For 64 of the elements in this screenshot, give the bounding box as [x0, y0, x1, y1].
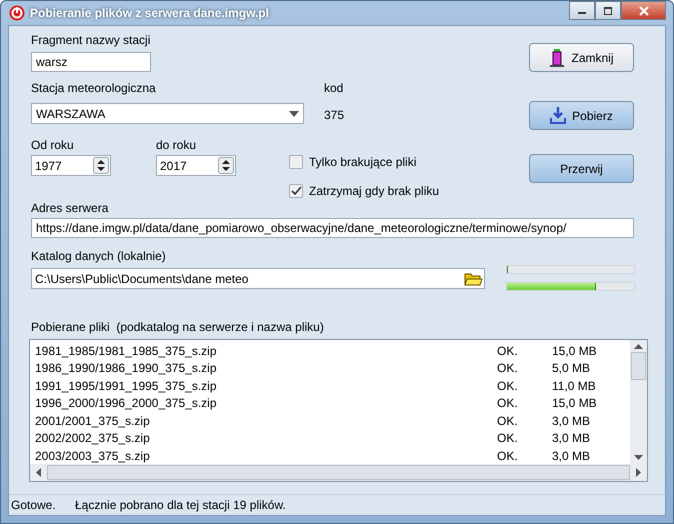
file-status: OK.	[497, 396, 519, 410]
code-value: 375	[324, 108, 344, 122]
minimize-button[interactable]	[569, 1, 595, 20]
file-status: OK.	[497, 414, 519, 428]
scroll-up-arrow-icon	[634, 344, 643, 349]
file-status: OK.	[497, 344, 519, 358]
field-label: Od roku	[31, 137, 75, 153]
status-text: Gotowe.	[11, 498, 57, 512]
file-name: 1986_1990/1986_1990_375_s.zip	[35, 361, 218, 376]
year-spinner[interactable]: 1977	[31, 155, 111, 176]
file-size: 3,0 MB	[552, 431, 590, 446]
scrollbar-thumb[interactable]	[631, 352, 646, 380]
scroll-down-arrow-icon	[634, 455, 643, 460]
file-size: 15,0 MB	[552, 396, 597, 410]
field-label: Adres serwera	[31, 200, 110, 216]
file-status: OK.	[497, 448, 519, 463]
file-size: 15,0 MB	[552, 344, 597, 358]
window-title: Pobieranie plików z serwera dane.imgw.pl	[30, 6, 269, 20]
field-label: do roku	[156, 137, 198, 153]
checkbox[interactable]: Zatrzymaj gdy brak pliku	[289, 182, 440, 200]
action-button[interactable]: Przerwij	[529, 154, 634, 183]
up-down-arrows-icon	[218, 157, 234, 174]
close-icon	[638, 6, 650, 16]
up-down-arrows-icon	[93, 157, 109, 174]
maximize-icon	[603, 6, 613, 14]
list-label: Pobierane pliki (podkatalog na serwerze i nazwa pliku)	[31, 319, 325, 335]
file-size: 3,0 MB	[552, 448, 590, 463]
file-name: 2001/2001_375_s.zip	[35, 414, 151, 428]
input-field[interactable]: warsz	[31, 52, 151, 72]
field-label: Stacja meteorologiczna	[31, 80, 157, 96]
folder-path-field[interactable]: C:\Users\Public\Documents\dane meteo	[31, 268, 485, 289]
file-name: 1996_2000/1996_2000_375_s.zip	[35, 396, 218, 410]
scroll-left-arrow-icon	[36, 468, 41, 477]
scroll-right-arrow-icon	[636, 468, 641, 477]
action-button[interactable]: Zamknij	[529, 43, 634, 72]
checkbox[interactable]: Tylko brakujące pliki	[289, 153, 440, 171]
file-name: 2002/2002_375_s.zip	[35, 431, 151, 446]
maximize-button[interactable]	[595, 1, 621, 20]
file-name: 2003/2003_375_s.zip	[35, 448, 151, 463]
close-button[interactable]	[621, 1, 666, 20]
station-dropdown[interactable]: WARSZAWA	[31, 103, 304, 124]
file-status: OK.	[497, 361, 519, 376]
file-size: 11,0 MB	[552, 378, 596, 393]
download-icon	[550, 107, 566, 124]
caret-icon	[289, 110, 299, 116]
field-label: Katalog danych (lokalnie)	[31, 248, 167, 264]
file-size: 3,0 MB	[552, 414, 590, 428]
checkmark-icon	[290, 186, 302, 196]
file-size: 5,0 MB	[552, 361, 590, 376]
status-text: Łącznie pobrano dla tej stacji 19 plików.	[75, 498, 286, 512]
action-button[interactable]: Pobierz	[529, 101, 634, 130]
door-exit-icon	[549, 48, 566, 66]
input-field[interactable]: https://dane.imgw.pl/data/dane_pomiarowo_obserwacyjne/dane_meteorologiczne/terminowe/synop/	[31, 218, 634, 238]
scrollbar-thumb[interactable]	[47, 465, 630, 480]
app-icon	[9, 5, 25, 21]
file-status: OK.	[497, 431, 519, 446]
file-status: OK.	[497, 378, 519, 393]
file-name: 1981_1985/1981_1985_375_s.zip	[35, 344, 218, 358]
field-label: Fragment nazwy stacji	[31, 32, 152, 48]
year-spinner[interactable]: 2017	[156, 155, 236, 176]
vertical-scrollbar[interactable]	[630, 340, 647, 464]
code-label: kod	[324, 80, 344, 96]
file-name: 1991_1995/1991_1995_375_s.zip	[35, 378, 218, 393]
horizontal-scrollbar[interactable]	[30, 464, 647, 481]
